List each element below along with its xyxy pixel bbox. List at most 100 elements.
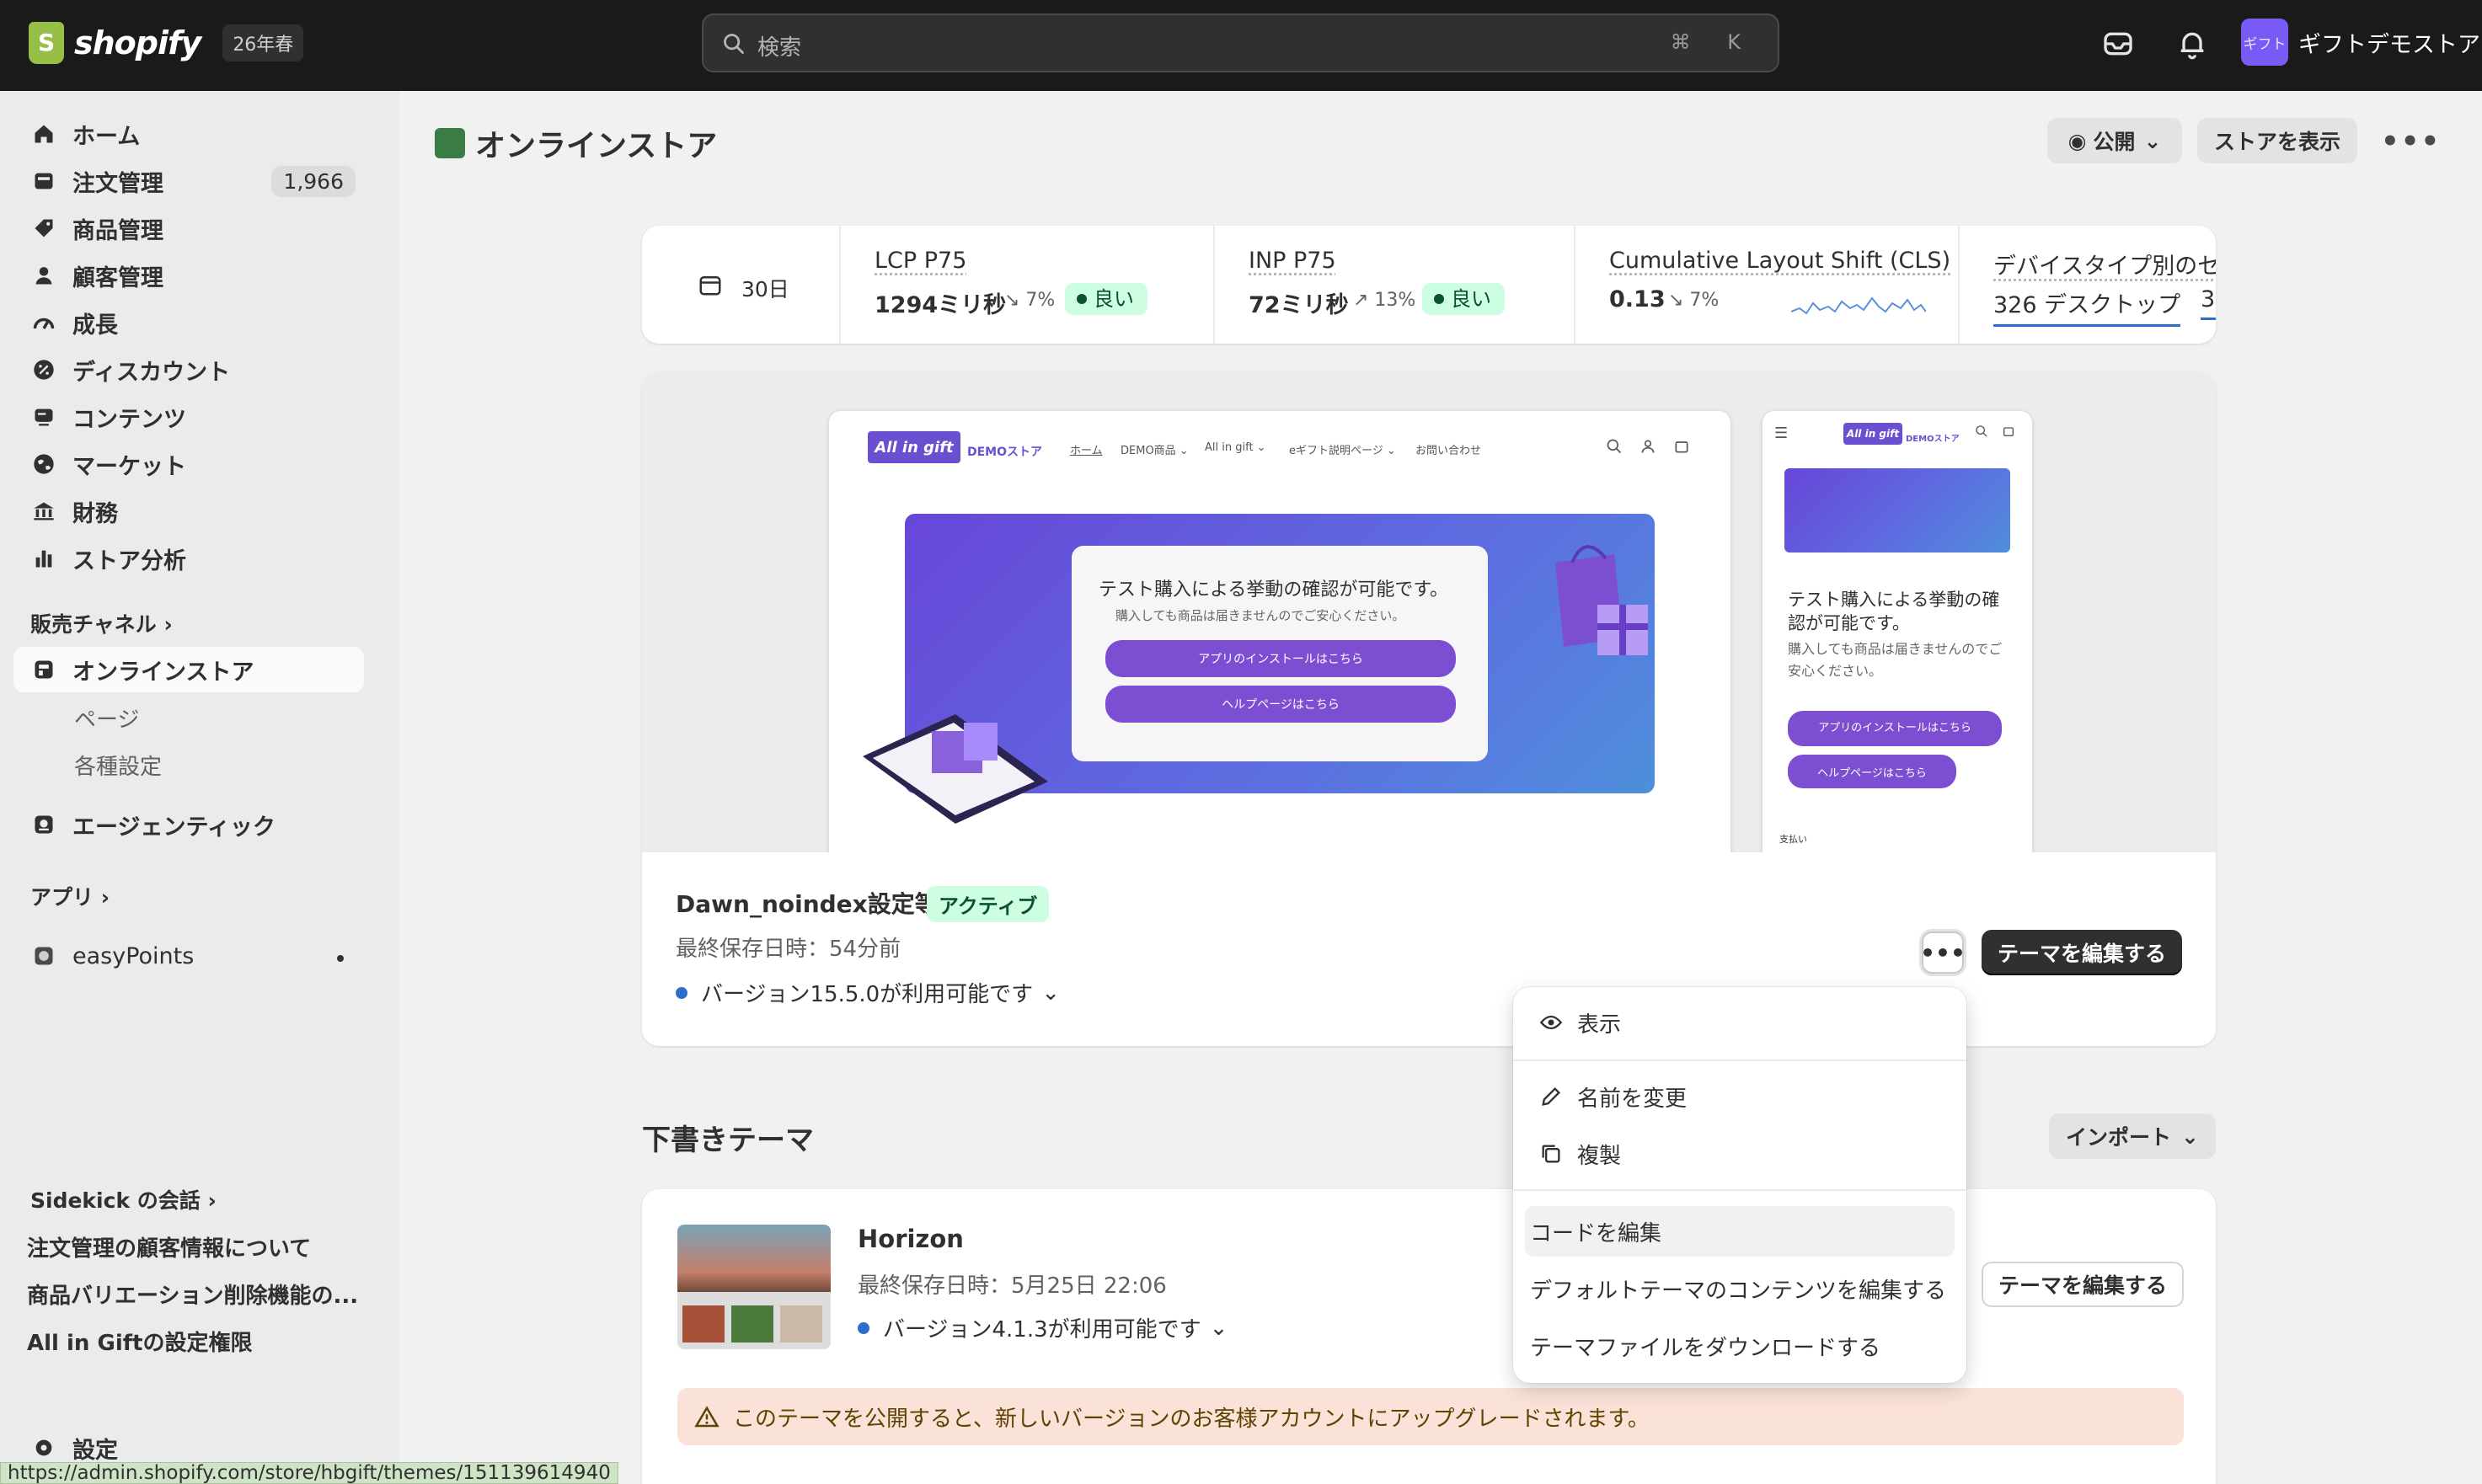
sidebar-item-online-store[interactable]: オンラインストア — [13, 647, 364, 692]
agentic-icon — [30, 811, 57, 838]
apps-header[interactable]: アプリ › — [30, 881, 110, 911]
chevron-down-icon: ⌄ — [2143, 129, 2161, 153]
sidebar-item-agentic[interactable]: エージェンティック — [13, 802, 364, 847]
import-label: インポート — [2066, 1121, 2171, 1151]
discount-icon — [30, 356, 57, 383]
chevron-right-icon: › — [101, 885, 110, 910]
menu-item-view[interactable]: 表示 — [1525, 997, 1955, 1048]
brand-name: shopify — [74, 24, 201, 61]
status-dot — [676, 987, 687, 999]
sidebar-item-easypoints[interactable]: easyPoints — [13, 933, 364, 979]
bank-icon — [30, 498, 57, 525]
menu-item-edit-code[interactable]: コードを編集 — [1525, 1206, 1955, 1257]
inbox-icon[interactable] — [2101, 27, 2135, 61]
preview-nav-item: DEMO商品 ⌄ — [1121, 441, 1189, 457]
menu-divider — [1513, 1189, 1966, 1191]
easypoints-icon — [30, 942, 57, 969]
preview-install-button: アプリのインストールはこちら — [1105, 640, 1456, 677]
menu-item-download-theme[interactable]: テーマファイルをダウンロードする — [1525, 1321, 1955, 1371]
menu-item-edit-default-content[interactable]: デフォルトテーマのコンテンツを編集する — [1525, 1263, 1955, 1314]
menu-icon: ☰ — [1774, 424, 1788, 442]
edit-theme-button[interactable]: テーマを編集する — [1982, 930, 2182, 975]
cls-sparkline — [1791, 286, 1926, 320]
sidebar-item-growth[interactable]: 成長 — [13, 300, 364, 345]
sidebar-subitem-pages[interactable]: ページ — [74, 702, 139, 734]
sidebar-item-content[interactable]: コンテンツ — [13, 394, 364, 440]
metric-value: 72ミリ秒 — [1249, 286, 1349, 319]
search-bar[interactable]: 検索 ⌘ K — [702, 13, 1779, 72]
gear-icon — [30, 1434, 57, 1461]
chevron-down-icon: ⌄ — [2181, 1124, 2199, 1149]
search-icon — [1606, 438, 1623, 455]
metric-title: LCP P75 — [875, 248, 966, 274]
metric-lcp[interactable]: LCP P75 1294ミリ秒 ↘ 7% 良い — [841, 226, 1215, 344]
shopify-logo[interactable]: shopify 26年春 — [29, 22, 303, 64]
draft-theme-card: Horizon 最終保存日時：5月25日 22:06 バージョン4.1.3が利用… — [642, 1189, 2216, 1484]
chart-icon — [30, 545, 57, 572]
view-store-button[interactable]: ストアを表示 — [2197, 118, 2357, 163]
version-available[interactable]: バージョン4.1.3が利用可能です ⌄ — [858, 1312, 1228, 1343]
sidebar-item-customers[interactable]: 顧客管理 — [13, 253, 364, 298]
status-badge: 良い — [1065, 283, 1147, 315]
publish-button[interactable]: ◉ 公開 ⌄ — [2047, 118, 2182, 163]
import-button[interactable]: インポート ⌄ — [2049, 1113, 2216, 1159]
metric-cls[interactable]: Cumulative Layout Shift (CLS) 0.13 ↘ 7% — [1575, 226, 1960, 344]
sidekick-conversation[interactable]: 注文管理の顧客情報について — [27, 1231, 311, 1262]
period-selector[interactable]: 30日 — [642, 226, 841, 344]
metric-title: Cumulative Layout Shift (CLS) — [1609, 248, 1950, 274]
warning-text: このテーマを公開すると、新しいバージョンのお客様アカウントにアップグレードされま… — [733, 1401, 1650, 1433]
metric-inp[interactable]: INP P75 72ミリ秒 ↗ 13% 良い — [1215, 226, 1575, 344]
sidebar-label: 設定 — [72, 1432, 118, 1465]
cart-icon — [2002, 424, 2015, 438]
preview-nav-item: eギフト説明ページ ⌄ — [1289, 441, 1396, 457]
sidekick-conversation[interactable]: 商品バリエーション削除機能の... — [27, 1278, 358, 1310]
menu-item-rename[interactable]: 名前を変更 — [1525, 1071, 1955, 1122]
web-performance-bar: 30日 LCP P75 1294ミリ秒 ↘ 7% 良い INP P75 72ミリ… — [642, 226, 2216, 344]
preview-help-button: ヘルプページはこちら — [1105, 686, 1456, 723]
preview-hero-subtitle: 購入しても商品は届きませんのでご安心ください。 — [1115, 606, 1404, 624]
theme-actions-button[interactable]: ••• — [1922, 932, 1964, 974]
sidebar-item-finance[interactable]: 財務 — [13, 488, 364, 534]
metric-title: デバイスタイプ別のセッ — [1993, 248, 2216, 280]
preview-nav-item: All in gift ⌄ — [1205, 441, 1266, 454]
menu-item-label: 複製 — [1577, 1139, 1621, 1170]
bell-icon[interactable] — [2175, 27, 2209, 61]
last-saved: 最終保存日時：5月25日 22:06 — [858, 1268, 1167, 1300]
eye-icon: ◉ — [2068, 129, 2087, 153]
period-label: 30日 — [741, 273, 789, 303]
version-available[interactable]: バージョン15.5.0が利用可能です ⌄ — [676, 977, 1060, 1008]
metric-device-sessions[interactable]: デバイスタイプ別のセッ 326 デスクトップ 31 — [1960, 226, 2216, 344]
live-theme-name: Dawn_noindex設定等 — [676, 886, 939, 920]
sidebar-subitem-settings[interactable]: 各種設定 — [74, 750, 162, 781]
sidebar-item-markets[interactable]: マーケット — [13, 441, 364, 487]
theme-preview[interactable]: All in gift DEMOストア ホーム DEMO商品 ⌄ All in … — [642, 372, 2216, 852]
sidebar-label: 顧客管理 — [72, 259, 163, 292]
version-label: バージョン15.5.0が利用可能です — [701, 977, 1033, 1008]
sidebar-item-orders[interactable]: 注文管理 1,966 — [13, 158, 364, 204]
chevron-right-icon: › — [208, 1188, 217, 1213]
store-switcher[interactable]: ギフト ギフトデモストア — [2241, 19, 2480, 66]
chevron-down-icon: ⌄ — [1210, 1316, 1228, 1341]
more-actions-button[interactable]: ••• — [2381, 125, 2441, 158]
season-badge: 26年春 — [222, 24, 303, 61]
menu-item-duplicate[interactable]: 複製 — [1525, 1129, 1955, 1179]
edit-theme-button[interactable]: テーマを編集する — [1982, 1262, 2184, 1307]
sidekick-header[interactable]: Sidekick の会話 › — [30, 1184, 217, 1214]
metric-value: 0.13 — [1609, 286, 1666, 312]
apps-label: アプリ — [30, 885, 94, 910]
preview-hero-title: テスト購入による挙動の確認が可能です。 — [1099, 574, 1448, 601]
sidebar-item-home[interactable]: ホーム — [13, 111, 364, 157]
metric-change: ↘ 7% — [1004, 290, 1055, 311]
gauge-icon — [30, 309, 57, 336]
sidebar-item-analytics[interactable]: ストア分析 — [13, 536, 364, 581]
sidebar-item-products[interactable]: 商品管理 — [13, 206, 364, 251]
preview-nav-item: お問い合わせ — [1415, 441, 1481, 457]
sidebar-item-discounts[interactable]: ディスカウント — [13, 347, 364, 392]
draft-themes-heading: 下書きテーマ — [642, 1117, 814, 1158]
publish-label: 公開 — [2093, 125, 2135, 156]
sidekick-conversation[interactable]: All in Giftの設定権限 — [27, 1326, 252, 1357]
sales-channel-header[interactable]: 販売チャネル › — [30, 608, 173, 638]
warning-icon — [694, 1405, 719, 1430]
sidebar-label: コンテンツ — [72, 401, 186, 434]
live-theme-card: All in gift DEMOストア ホーム DEMO商品 ⌄ All in … — [642, 372, 2216, 1046]
